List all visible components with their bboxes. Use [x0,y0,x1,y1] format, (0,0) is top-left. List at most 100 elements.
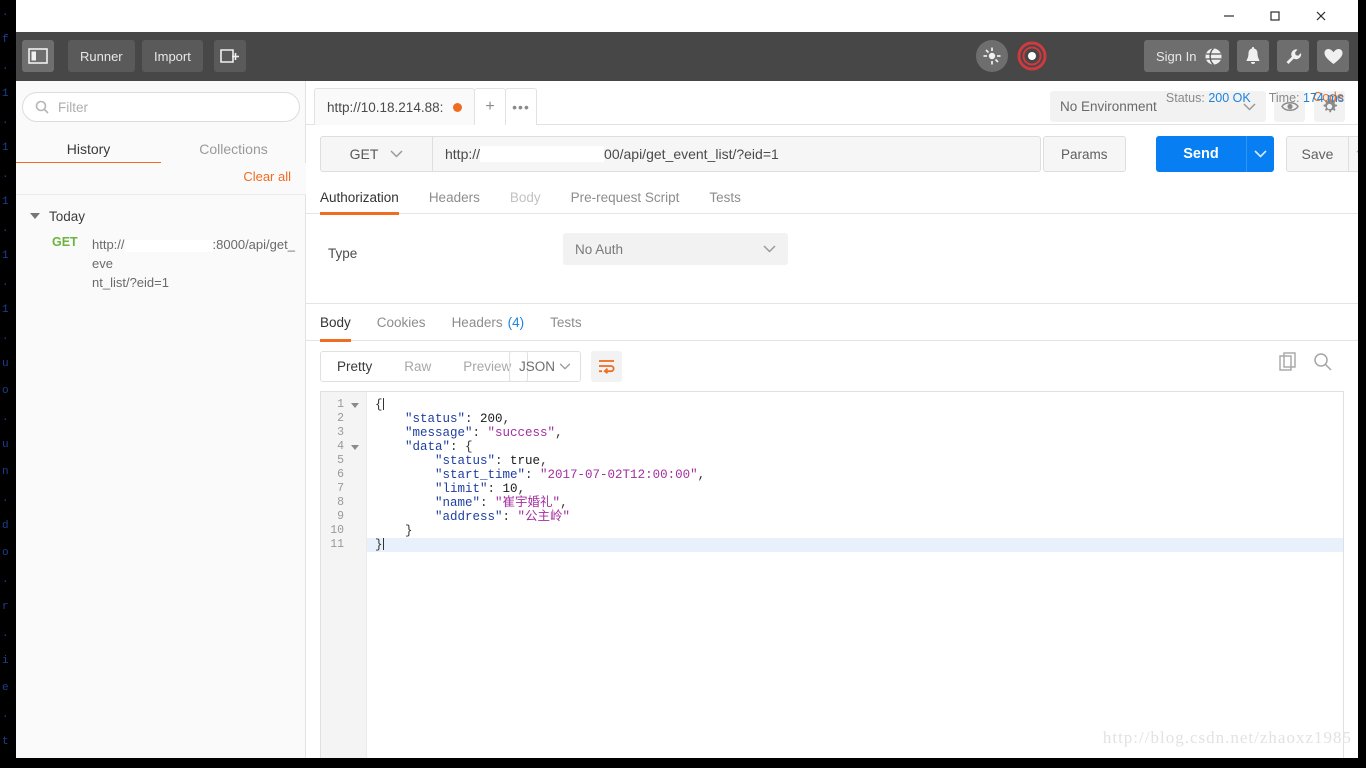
auth-type-value: No Auth [575,241,624,257]
sidebar-tab-history[interactable]: History [16,133,161,165]
word-wrap-icon [599,360,615,374]
code-line: "start_time": "2017-07-02T12:00:00", [375,468,705,482]
browse-button[interactable] [1197,40,1229,72]
text-cursor [382,538,384,550]
code-line: "status": 200, [375,412,510,426]
tab-tests[interactable]: Tests [709,181,741,214]
send-button[interactable]: Send [1156,136,1246,172]
response-tab-headers[interactable]: Headers (4) [452,304,525,341]
chevron-down-icon [1254,150,1267,158]
code-token: : [465,412,481,426]
list-item[interactable]: GET http://:8000/api/get_eve nt_list/?eid… [16,233,306,290]
code-token: 200 [480,412,503,426]
auth-type-select[interactable]: No Auth [563,233,788,265]
tab-headers[interactable]: Headers [429,181,480,214]
format-raw-button[interactable]: Raw [388,352,447,381]
history-url-line2: nt_list/?eid=1 [92,275,169,290]
response-tab-cookies[interactable]: Cookies [377,304,426,341]
fold-toggle-icon[interactable] [351,445,359,450]
tab-body[interactable]: Body [510,181,541,214]
url-input[interactable]: http:// 00/api/get_event_list/?eid=1 [432,136,1041,172]
language-select[interactable]: JSON [509,351,581,382]
interceptor-button[interactable] [976,40,1008,72]
clear-all-button[interactable]: Clear all [243,169,291,184]
add-request-tab-button[interactable]: + [474,88,506,125]
maximize-button[interactable] [1252,0,1298,32]
request-tab[interactable]: http://10.18.214.88: [314,88,476,125]
code-token: : [480,496,496,510]
code-token: : { [450,440,473,454]
heart-icon [1324,48,1342,64]
save-options-button[interactable] [1348,136,1358,172]
code-line: } [375,524,413,538]
code-line: "message": "success", [375,426,563,440]
environment-selected-label: No Environment [1060,99,1157,114]
tab-tests-label: Tests [709,189,741,205]
code-token: "address" [435,510,503,524]
globe-icon [1205,47,1221,65]
tab-body-label: Body [509,189,541,205]
postman-window: Runner Import Builder Team Library [16,0,1358,758]
tab-options-button[interactable]: ••• [505,88,537,125]
response-tab-tests[interactable]: Tests [550,304,582,341]
send-options-button[interactable] [1246,136,1274,172]
chevron-down-icon [30,213,40,219]
search-input[interactable] [58,99,278,115]
notifications-button[interactable] [1237,40,1269,72]
line-number: 2 [337,412,344,425]
copy-button[interactable] [1279,352,1298,374]
authorization-panel: Type No Auth [306,214,1358,304]
text-cursor [382,398,384,410]
close-button[interactable] [1298,0,1344,32]
line-number: 6 [337,468,344,481]
response-body-editor[interactable]: 1 2 3 4 5 6 7 8 9 10 11 { "status": 200, "message"… [320,391,1344,758]
line-number: 7 [337,482,344,495]
method-select[interactable]: GET [320,136,432,172]
history-group-label: Today [49,208,86,224]
line-number: 3 [337,426,344,439]
response-tab-body[interactable]: Body [320,304,351,342]
response-headers-count: (4) [507,314,525,330]
code-token: "success" [487,426,556,440]
wrench-icon [1286,48,1301,64]
response-tabs: Body Cookies Headers (4) Tests [306,304,1358,342]
code-token: } [405,524,413,538]
auth-type-label: Type [328,246,358,261]
search-body-button[interactable] [1313,352,1332,374]
fold-toggle-icon[interactable] [351,403,359,408]
tab-pre-request-script[interactable]: Pre-request Script [571,181,680,214]
line-number: 5 [337,454,344,467]
favorites-button[interactable] [1317,40,1349,72]
sign-in-label: Sign In [1156,48,1197,64]
response-tab-body-label: Body [320,314,351,330]
sidebar-tab-history-label: History [66,140,111,157]
code-line: "data": { [375,440,473,454]
watermark: http://blog.csdn.net/zhaoxz1985 [1102,728,1352,747]
sidebar-tab-collections[interactable]: Collections [161,133,306,164]
save-button[interactable]: Save [1286,136,1348,172]
minimize-button[interactable] [1206,0,1252,32]
format-pretty-button[interactable]: Pretty [321,352,388,381]
code-line: { [375,398,384,412]
tab-authorization[interactable]: Authorization [320,181,399,215]
settings-button[interactable] [1277,40,1309,72]
code-token: } [375,538,383,552]
sync-status-button[interactable] [1016,40,1048,72]
history-group-today[interactable]: Today [16,203,306,229]
format-preview-label: Preview [463,359,512,374]
params-button[interactable]: Params [1043,136,1126,172]
code-token: "limit" [435,482,488,496]
line-number: 1 [337,398,344,411]
active-line-highlight [367,538,1343,552]
filter-box[interactable] [22,92,300,122]
line-number: 10 [330,524,344,537]
code-token: "message" [405,426,473,440]
code-token: "data" [405,440,451,454]
word-wrap-button[interactable] [591,351,622,382]
tab-headers-label: Headers [428,189,480,205]
